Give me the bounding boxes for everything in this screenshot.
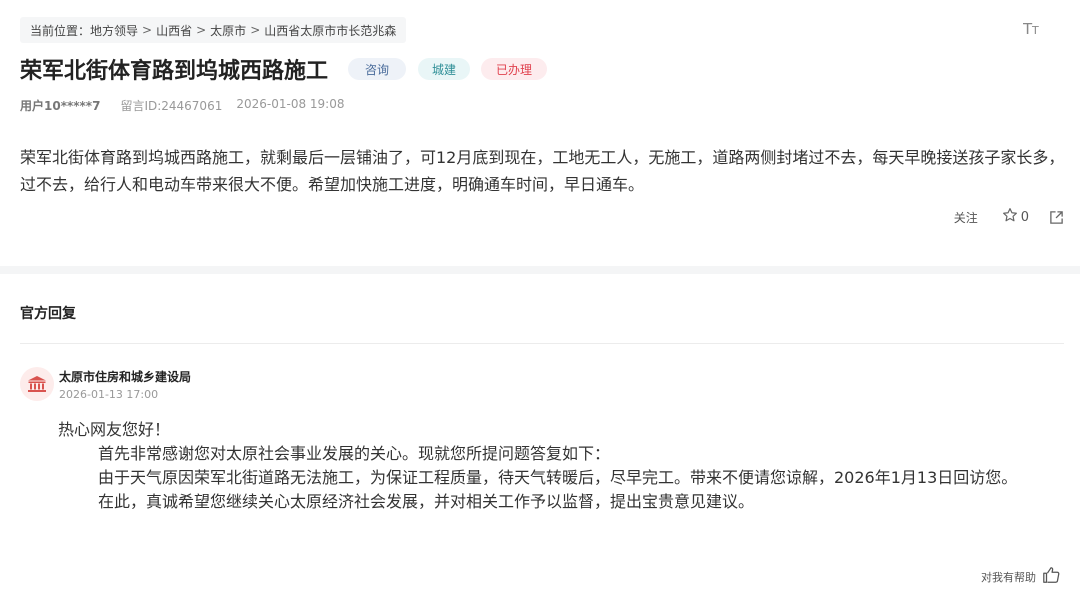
reply-greeting: 热心网友您好！ xyxy=(58,420,171,439)
post-message-id: 留言ID:24467061 xyxy=(120,99,223,113)
share-icon[interactable] xyxy=(1049,210,1064,225)
breadcrumb-separator: > xyxy=(142,23,153,37)
reply-org-name: 太原市住房和城乡建设局 xyxy=(59,370,192,384)
reply-paragraph: 在此，真诚希望您继续关心太原经济社会发展，并对相关工作予以监督，提出宝贵意见建议… xyxy=(98,492,755,511)
reply-paragraph: 由于天气原因荣军北街道路无法施工，为保证工程质量，待天气转暖后，尽早完工。带来不… xyxy=(98,468,1018,487)
type-badge: 咨询 xyxy=(348,58,406,80)
breadcrumb-item-local-leaders[interactable]: 地方领导 xyxy=(90,22,138,39)
reply-datetime: 2026-01-13 17:00 xyxy=(59,388,159,401)
post-actions: 关注 0 xyxy=(954,207,1064,227)
status-badge: 已办理 xyxy=(481,58,547,80)
helpful-button[interactable]: 对我有帮助 xyxy=(981,566,1060,587)
svg-text:T: T xyxy=(1031,24,1039,36)
post-datetime: 2026-01-08 19:08 xyxy=(236,97,345,111)
post-content: 荣军北街体育路到坞城西路施工，就剩最后一层铺油了，可12月底到现在，工地无工人，… xyxy=(20,148,1065,194)
post-meta: 用户10*****7 留言ID:24467061 2026-01-08 19:0… xyxy=(20,97,344,114)
category-badge: 城建 xyxy=(418,58,470,80)
official-reply-heading: 官方回复 xyxy=(20,306,76,322)
government-building-icon xyxy=(20,367,54,401)
font-size-icon[interactable]: T T xyxy=(1022,20,1043,40)
reply-content: 热心网友您好！ 首先非常感谢您对太原社会事业发展的关心。现就您所提问题答复如下：… xyxy=(58,418,1068,514)
breadcrumb-item-city[interactable]: 太原市 xyxy=(210,22,246,39)
star-icon[interactable] xyxy=(1002,207,1018,227)
follow-button[interactable]: 关注 xyxy=(954,209,978,226)
post-user: 用户10*****7 xyxy=(20,99,101,113)
breadcrumb: 当前位置： 地方领导 > 山西省 > 太原市 > 山西省太原市市长范兆森 xyxy=(20,17,407,43)
breadcrumb-separator: > xyxy=(250,23,261,37)
breadcrumb-prefix: 当前位置： xyxy=(30,23,91,38)
section-divider xyxy=(0,266,1080,274)
divider xyxy=(20,343,1064,344)
thumbs-up-icon[interactable] xyxy=(1042,566,1060,587)
breadcrumb-item-province[interactable]: 山西省 xyxy=(156,22,192,39)
breadcrumb-item-mayor[interactable]: 山西省太原市市长范兆森 xyxy=(264,22,396,39)
like-count: 0 xyxy=(1020,209,1029,225)
page-title: 荣军北街体育路到坞城西路施工 xyxy=(20,59,329,84)
breadcrumb-separator: > xyxy=(196,23,207,37)
reply-paragraph: 首先非常感谢您对太原社会事业发展的关心。现就您所提问题答复如下： xyxy=(98,444,611,463)
helpful-label: 对我有帮助 xyxy=(981,570,1036,584)
